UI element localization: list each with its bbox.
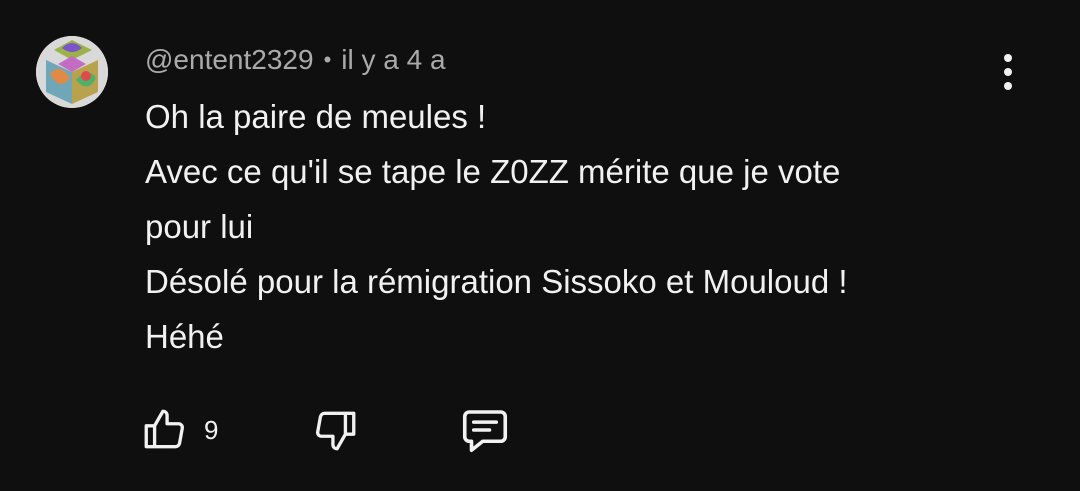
comment-line: Héhé (145, 318, 224, 355)
more-vert-icon[interactable] (990, 50, 1026, 94)
comment-line: pour lui (145, 208, 254, 245)
like-count: 9 (204, 414, 219, 445)
header-separator: • (323, 47, 332, 72)
reply-button[interactable] (458, 398, 512, 462)
comment-item: @entent2329 • il y a 4 a Oh la paire de … (0, 0, 1080, 491)
comment-text: Oh la paire de meules ! Avec ce qu'il se… (145, 89, 1005, 364)
comment-line: Oh la paire de meules ! (145, 98, 487, 135)
menu-dot (1004, 82, 1012, 90)
comment-reply-icon (462, 410, 508, 453)
like-button[interactable]: 9 (140, 398, 218, 462)
comment-line: Désolé pour la rémigration Sissoko et Mo… (145, 263, 848, 300)
comment-header: @entent2329 • il y a 4 a (145, 42, 446, 78)
avatar[interactable] (36, 36, 108, 108)
thumbs-up-icon (144, 409, 185, 449)
comment-actions: 9 (140, 398, 540, 462)
dislike-button[interactable] (310, 398, 360, 462)
menu-dot (1004, 68, 1012, 76)
menu-dot (1004, 54, 1012, 62)
comment-timestamp: il y a 4 a (341, 44, 446, 75)
thumbs-down-icon (315, 411, 356, 451)
avatar-image (36, 36, 108, 108)
comment-line: Avec ce qu'il se tape le Z0ZZ mérite que… (145, 153, 841, 190)
author-handle[interactable]: @entent2329 (145, 44, 314, 76)
